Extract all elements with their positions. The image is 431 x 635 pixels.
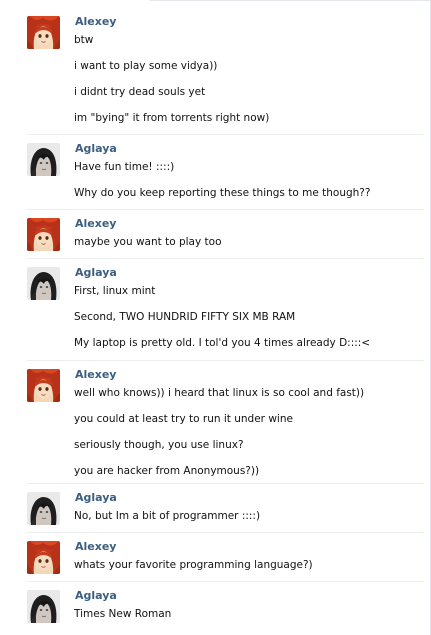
dark-hair-avatar-icon[interactable]: [27, 143, 60, 176]
message-divider: [27, 134, 424, 135]
message-divider: [27, 360, 424, 361]
message-divider: [27, 483, 424, 484]
author-name[interactable]: Aglaya: [75, 589, 117, 602]
dark-hair-avatar-icon[interactable]: [27, 492, 60, 525]
message-divider: [27, 209, 424, 210]
message-text: First, linux mint: [74, 285, 156, 297]
author-name[interactable]: Alexey: [75, 368, 116, 381]
message-text: Why do you keep reporting these things t…: [74, 187, 371, 199]
redhead-avatar-icon[interactable]: [27, 218, 60, 251]
message-text: i want to play some vidya)): [74, 60, 218, 72]
author-name[interactable]: Alexey: [75, 217, 116, 230]
author-name[interactable]: Alexey: [75, 15, 116, 28]
message-text: i didnt try dead souls yet: [74, 86, 206, 98]
message-text: My laptop is pretty old. I tol'd you 4 t…: [74, 337, 371, 349]
message-divider: [27, 532, 424, 533]
author-name[interactable]: Aglaya: [75, 491, 117, 504]
author-name[interactable]: Alexey: [75, 540, 116, 553]
message-text: No, but Im a bit of programmer ::::): [74, 510, 261, 522]
message-text: maybe you want to play too: [74, 236, 222, 248]
message-text: Times New Roman: [74, 608, 172, 620]
author-name[interactable]: Aglaya: [75, 266, 117, 279]
message-text: Have fun time! ::::): [74, 161, 175, 173]
message-text: seriously though, you use linux?: [74, 439, 244, 451]
message-text: whats your favorite programming language…: [74, 559, 313, 571]
message-text: you are hacker from Anonymous?)): [74, 465, 260, 477]
redhead-avatar-icon[interactable]: [27, 369, 60, 402]
author-name[interactable]: Aglaya: [75, 142, 117, 155]
dark-hair-avatar-icon[interactable]: [27, 590, 60, 623]
message-text: you could at least try to run it under w…: [74, 413, 293, 425]
message-text: btw: [74, 34, 94, 46]
redhead-avatar-icon[interactable]: [27, 541, 60, 574]
message-text: Second, TWO HUNDRID FIFTY SIX MB RAM: [74, 311, 296, 323]
message-text: im "bying" it from torrents right now): [74, 112, 270, 124]
message-divider: [27, 581, 424, 582]
dark-hair-avatar-icon[interactable]: [27, 267, 60, 300]
message-divider: [27, 258, 424, 259]
top-border: [150, 0, 431, 1]
redhead-avatar-icon[interactable]: [27, 16, 60, 49]
message-text: well who knows)) i heard that linux is s…: [74, 387, 365, 399]
